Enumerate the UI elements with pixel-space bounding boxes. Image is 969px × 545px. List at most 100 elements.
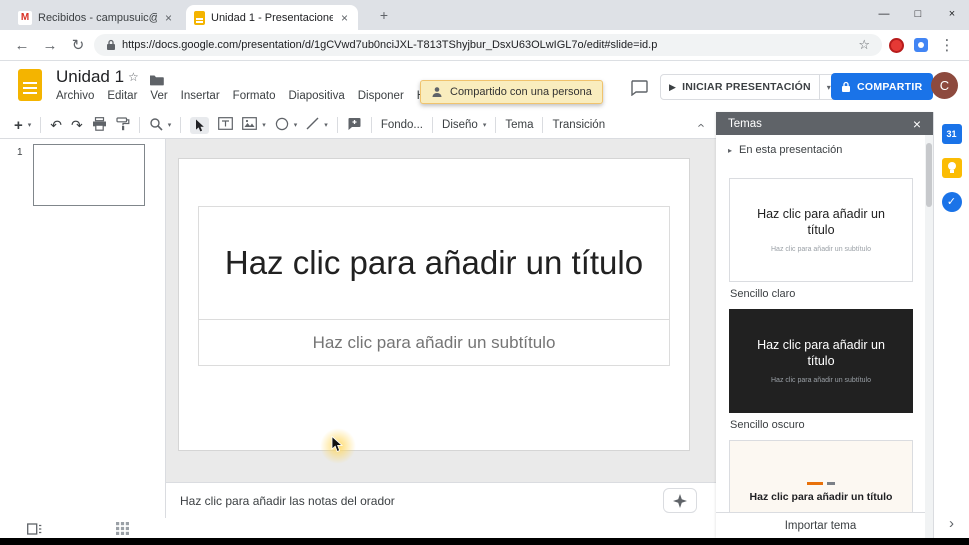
slides-logo[interactable] (18, 69, 42, 101)
themes-panel-header: Temas × (716, 112, 933, 135)
view-switch-bar (0, 518, 716, 538)
menu-editar[interactable]: Editar (107, 90, 137, 102)
themes-panel-title: Temas (728, 117, 762, 130)
paint-format-icon[interactable] (116, 116, 130, 134)
layout-dropdown-icon[interactable]: ▾ (483, 121, 487, 129)
new-slide-dropdown-icon[interactable]: ▾ (28, 121, 32, 129)
toolbar-separator (180, 117, 182, 133)
text-box-icon[interactable] (218, 117, 234, 133)
share-label: COMPARTIR (857, 80, 923, 93)
theme-button[interactable]: Tema (505, 119, 533, 131)
line-tool-icon[interactable] (306, 117, 319, 133)
shape-dropdown-icon[interactable]: ▾ (294, 121, 298, 129)
back-icon[interactable]: ← (10, 37, 34, 54)
background-button[interactable]: Fondo... (381, 119, 423, 131)
comments-icon[interactable] (630, 80, 648, 101)
themes-close-icon[interactable]: × (913, 116, 921, 132)
theme-card-light[interactable]: Haz clic para añadir un título Haz clic … (729, 178, 913, 282)
calendar-icon[interactable]: 31 (941, 124, 962, 144)
person-icon (432, 87, 442, 97)
toolbar-separator (138, 117, 140, 133)
speaker-notes-placeholder[interactable]: Haz clic para añadir las notas del orado… (180, 494, 395, 508)
toolbar-separator (370, 117, 372, 133)
explore-star-icon (673, 493, 687, 508)
url-text: https://docs.google.com/presentation/d/1… (122, 39, 658, 51)
lock-icon (107, 39, 115, 50)
window-minimize-button[interactable]: — (867, 0, 901, 28)
title-placeholder[interactable]: Haz clic para añadir un título (199, 207, 669, 320)
shape-icon[interactable] (275, 117, 289, 134)
scrollbar-thumb[interactable] (926, 143, 932, 207)
menu-ver[interactable]: Ver (150, 90, 167, 102)
window-close-button[interactable]: × (935, 0, 969, 28)
menu-insertar[interactable]: Insertar (181, 90, 220, 102)
toolbar-separator (432, 117, 434, 133)
tab-close-icon[interactable]: × (163, 11, 174, 25)
theme-label: Sencillo oscuro (730, 419, 805, 431)
move-folder-icon[interactable] (149, 73, 164, 91)
browser-tab-bar: M Recibidos - campusuic@gmail.c × Unidad… (0, 0, 969, 30)
layout-button[interactable]: Diseño (442, 119, 478, 131)
zoom-icon[interactable] (149, 117, 163, 134)
redo-icon[interactable]: ↷ (71, 117, 83, 134)
new-slide-button[interactable]: + (14, 117, 23, 134)
favorite-star-icon[interactable]: ☆ (128, 70, 139, 84)
select-tool[interactable] (190, 116, 210, 134)
side-panel-expand-icon[interactable]: › (949, 515, 954, 532)
theme-card-title: Haz clic para añadir un título (757, 207, 885, 237)
theme-accent-dashes (807, 481, 835, 485)
transition-button[interactable]: Transición (552, 119, 605, 131)
tab-title: Unidad 1 - Presentaciones de Go (211, 11, 333, 24)
bookmark-star-icon[interactable]: ☆ (858, 37, 870, 53)
address-bar[interactable]: https://docs.google.com/presentation/d/1… (94, 34, 882, 56)
window-maximize-button[interactable]: □ (901, 0, 935, 28)
present-dropdown-icon[interactable]: ▾ (818, 75, 831, 99)
browser-tab-gmail[interactable]: M Recibidos - campusuic@gmail.c × (10, 5, 182, 30)
menu-diapositiva[interactable]: Diapositiva (289, 90, 345, 102)
menu-archivo[interactable]: Archivo (56, 90, 94, 102)
menu-disponer[interactable]: Disponer (358, 90, 404, 102)
toolbar-separator (542, 117, 544, 133)
browser-menu-icon[interactable]: ⋮ (935, 36, 959, 54)
line-dropdown-icon[interactable]: ▾ (324, 121, 328, 129)
extension-icon[interactable] (914, 38, 928, 52)
mouse-cursor (331, 435, 344, 458)
themes-panel: Temas × ▸ En esta presentación Haz clic … (716, 112, 933, 538)
browser-tab-slides-active[interactable]: Unidad 1 - Presentaciones de Go × (186, 5, 358, 30)
zoom-dropdown-icon[interactable]: ▾ (168, 121, 172, 129)
subtitle-placeholder[interactable]: Haz clic para añadir un subtítulo (199, 320, 669, 366)
tasks-icon[interactable]: ✓ (941, 192, 962, 212)
document-title[interactable]: Unidad 1 (56, 67, 124, 87)
keep-icon[interactable] (941, 158, 962, 178)
share-button[interactable]: COMPARTIR (831, 73, 933, 100)
undo-icon[interactable]: ↶ (50, 117, 62, 134)
present-button[interactable]: ▶ INICIAR PRESENTACIÓN ▾ (660, 74, 840, 100)
add-comment-icon[interactable] (347, 117, 362, 134)
new-tab-button[interactable]: + (372, 7, 396, 25)
adblock-extension-icon[interactable] (889, 37, 904, 53)
themes-section-row[interactable]: ▸ En esta presentación (716, 135, 933, 165)
themes-section-label: En esta presentación (739, 144, 843, 156)
account-avatar[interactable]: C (931, 72, 958, 99)
gmail-icon: M (18, 10, 32, 25)
slide-thumbnail[interactable] (33, 144, 145, 206)
tab-close-icon[interactable]: × (339, 11, 350, 25)
import-theme-button[interactable]: Importar tema (716, 512, 925, 538)
insert-image-icon[interactable] (242, 117, 258, 133)
slide-editing-area[interactable]: Haz clic para añadir un título Haz clic … (178, 158, 690, 451)
share-lock-icon (842, 81, 850, 92)
reload-icon[interactable]: ↻ (66, 36, 90, 54)
image-dropdown-icon[interactable]: ▾ (262, 121, 266, 129)
scrollbar[interactable] (925, 135, 933, 538)
explore-button[interactable] (663, 488, 697, 513)
slide-filmstrip: 1 (0, 139, 166, 518)
editing-canvas: Haz clic para añadir un título Haz clic … (166, 139, 716, 482)
collapse-menus-icon[interactable]: › (692, 123, 707, 127)
section-arrow-icon: ▸ (728, 145, 733, 155)
print-icon[interactable] (92, 116, 107, 134)
placeholder-group: Haz clic para añadir un título Haz clic … (198, 206, 670, 366)
menu-formato[interactable]: Formato (233, 90, 276, 102)
forward-icon[interactable]: → (38, 37, 62, 54)
theme-card-dark[interactable]: Haz clic para añadir un título Haz clic … (729, 309, 913, 413)
speaker-notes-bar: Haz clic para añadir las notas del orado… (166, 482, 716, 518)
